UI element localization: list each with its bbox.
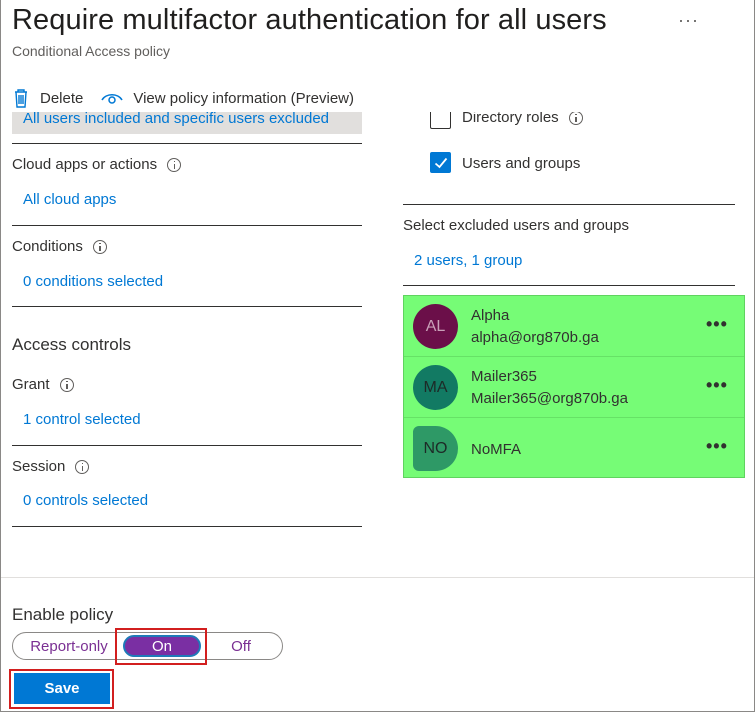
directory-roles-row: Directory roles bbox=[403, 112, 745, 130]
avatar: AL bbox=[413, 304, 458, 349]
row-more-button[interactable]: ••• bbox=[706, 375, 728, 396]
user-email: Mailer365@org870b.ga bbox=[471, 390, 628, 407]
list-item[interactable]: AL Alpha alpha@org870b.ga ••• bbox=[404, 296, 744, 357]
row-more-button[interactable]: ••• bbox=[706, 314, 728, 335]
page-title: Require multifactor authentication for a… bbox=[12, 4, 607, 36]
user-email: alpha@org870b.ga bbox=[471, 329, 599, 346]
cloud-apps-label: Cloud apps or actions bbox=[12, 156, 182, 173]
cloud-apps-link[interactable]: All cloud apps bbox=[23, 191, 116, 208]
checkmark-icon bbox=[434, 157, 448, 169]
user-name: Mailer365 bbox=[471, 368, 537, 385]
excluded-users-link[interactable]: 2 users, 1 group bbox=[414, 252, 522, 269]
user-name: NoMFA bbox=[471, 441, 522, 458]
avatar: NO bbox=[413, 426, 458, 471]
divider bbox=[12, 445, 362, 446]
more-options-button[interactable]: ··· bbox=[678, 10, 699, 31]
list-item[interactable]: MA Mailer365 Mailer365@org870b.ga ••• bbox=[404, 357, 744, 418]
command-bar: Delete View policy information (Preview) bbox=[12, 84, 372, 112]
divider bbox=[12, 306, 362, 307]
annotation-highlight bbox=[115, 628, 207, 665]
session-link[interactable]: 0 controls selected bbox=[23, 492, 148, 509]
divider bbox=[12, 143, 362, 144]
view-policy-info-button[interactable]: View policy information (Preview) bbox=[101, 90, 354, 107]
divider bbox=[403, 285, 735, 286]
directory-roles-label: Directory roles bbox=[462, 112, 583, 126]
user-name: Alpha bbox=[471, 307, 510, 324]
conditions-label: Conditions bbox=[12, 238, 107, 255]
footer-divider bbox=[1, 577, 754, 578]
divider bbox=[12, 526, 362, 527]
users-assignment-link[interactable]: All users included and specific users ex… bbox=[12, 112, 362, 134]
users-and-groups-label: Users and groups bbox=[462, 155, 581, 172]
enable-policy-label: Enable policy bbox=[12, 605, 114, 624]
off-option[interactable]: Off bbox=[205, 633, 277, 659]
grant-label: Grant bbox=[12, 376, 74, 393]
eye-icon bbox=[101, 94, 124, 104]
info-icon[interactable] bbox=[568, 112, 583, 125]
page-subtitle: Conditional Access policy bbox=[12, 43, 170, 59]
excluded-users-list: AL Alpha alpha@org870b.ga ••• MA Mailer3… bbox=[403, 295, 745, 478]
info-icon[interactable] bbox=[59, 377, 74, 392]
info-icon[interactable] bbox=[92, 239, 107, 254]
info-icon[interactable] bbox=[167, 157, 182, 172]
trash-icon bbox=[15, 89, 27, 108]
view-policy-info-label: View policy information (Preview) bbox=[133, 89, 354, 107]
access-controls-heading: Access controls bbox=[12, 335, 132, 354]
session-label: Session bbox=[12, 458, 90, 475]
divider bbox=[12, 225, 362, 226]
users-and-groups-checkbox[interactable] bbox=[430, 152, 451, 173]
grant-link[interactable]: 1 control selected bbox=[23, 411, 141, 428]
conditions-link[interactable]: 0 conditions selected bbox=[23, 273, 163, 290]
avatar: MA bbox=[413, 365, 458, 410]
list-item[interactable]: NO NoMFA ••• bbox=[404, 418, 744, 479]
divider bbox=[403, 204, 735, 205]
delete-label: Delete bbox=[40, 89, 84, 107]
delete-button[interactable]: Delete bbox=[12, 88, 83, 108]
annotation-highlight bbox=[9, 669, 114, 709]
row-more-button[interactable]: ••• bbox=[706, 436, 728, 457]
excluded-users-label: Select excluded users and groups bbox=[403, 217, 629, 234]
directory-roles-checkbox[interactable] bbox=[430, 112, 451, 129]
report-only-option[interactable]: Report-only bbox=[17, 633, 121, 659]
info-icon[interactable] bbox=[75, 459, 90, 474]
